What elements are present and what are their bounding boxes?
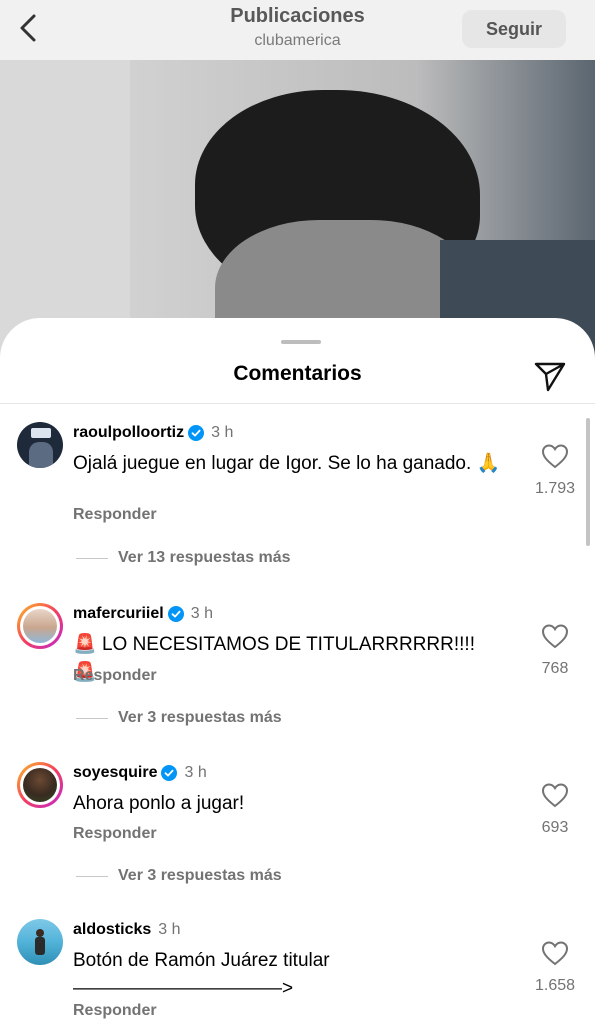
username[interactable]: raoulpolloortiz: [73, 424, 184, 442]
view-replies-label: Ver 3 respuestas más: [118, 709, 282, 726]
like-count: 768: [541, 660, 569, 677]
heart-icon[interactable]: [540, 442, 570, 470]
comment-text-line2: ———————————>: [73, 978, 294, 999]
reply-button[interactable]: Responder: [73, 825, 157, 843]
comment-time: 3 h: [211, 424, 234, 441]
view-replies-button[interactable]: Ver 13 respuestas más: [76, 549, 291, 567]
comment-time: 3 h: [158, 921, 181, 938]
comment-meta: aldosticks 3 h: [73, 921, 181, 939]
like-count: 1.793: [534, 480, 576, 497]
avatar[interactable]: [17, 422, 63, 468]
avatar[interactable]: [17, 919, 63, 965]
heart-icon[interactable]: [540, 781, 570, 809]
reply-button[interactable]: Responder: [73, 1002, 157, 1020]
sheet-divider: [0, 403, 595, 404]
like-count: 693: [541, 819, 569, 836]
view-replies-button[interactable]: Ver 3 respuestas más: [76, 709, 282, 727]
replies-line: [76, 875, 108, 877]
reply-button[interactable]: Responder: [73, 667, 157, 685]
replies-line: [76, 557, 108, 559]
comment-text: Ahora ponlo a jugar!: [73, 793, 245, 814]
heart-icon[interactable]: [540, 939, 570, 967]
photo-wall: [0, 60, 130, 360]
sheet-title: Comentarios: [233, 362, 362, 385]
drag-handle[interactable]: [281, 340, 321, 344]
username[interactable]: aldosticks: [73, 921, 151, 939]
view-replies-label: Ver 3 respuestas más: [118, 867, 282, 884]
verified-badge-icon: [161, 765, 178, 781]
comment-text-main: LO NECESITAMOS DE TITULARRRRRR!!!!: [101, 634, 475, 655]
alert-emoji: 🚨: [73, 634, 97, 655]
verified-badge-icon: [167, 606, 184, 622]
replies-line: [76, 717, 108, 719]
like-count: 1.658: [534, 977, 576, 994]
comment-time: 3 h: [184, 764, 207, 781]
username[interactable]: soyesquire: [73, 764, 157, 782]
verified-badge-icon: [188, 425, 205, 441]
comment-text: Botón de Ramón Juárez titular ——————————…: [73, 947, 503, 1003]
view-replies-label: Ver 13 respuestas más: [118, 549, 291, 566]
follow-button[interactable]: Seguir: [462, 10, 566, 48]
heart-icon[interactable]: [540, 622, 570, 650]
send-icon[interactable]: [531, 356, 569, 394]
post-photo[interactable]: [0, 60, 595, 360]
comment-meta: raoulpolloortiz 3 h: [73, 424, 233, 442]
post-header: Publicaciones clubamerica Seguir: [0, 0, 595, 60]
view-replies-button[interactable]: Ver 3 respuestas más: [76, 867, 282, 885]
comment-meta: soyesquire 3 h: [73, 764, 207, 782]
avatar[interactable]: [17, 603, 63, 649]
comments-sheet: Comentarios raoulpolloortiz 3 h Ojalá ju…: [0, 318, 595, 1024]
reply-button[interactable]: Responder: [73, 506, 157, 524]
comment-time: 3 h: [190, 605, 213, 622]
avatar[interactable]: [17, 762, 63, 808]
username[interactable]: mafercuriiel: [73, 605, 164, 623]
comment-text: Ojalá juegue en lugar de Igor. Se lo ha …: [73, 453, 501, 474]
comment-meta: mafercuriiel 3 h: [73, 605, 213, 623]
comment-text-line1: Botón de Ramón Juárez titular: [73, 950, 330, 971]
